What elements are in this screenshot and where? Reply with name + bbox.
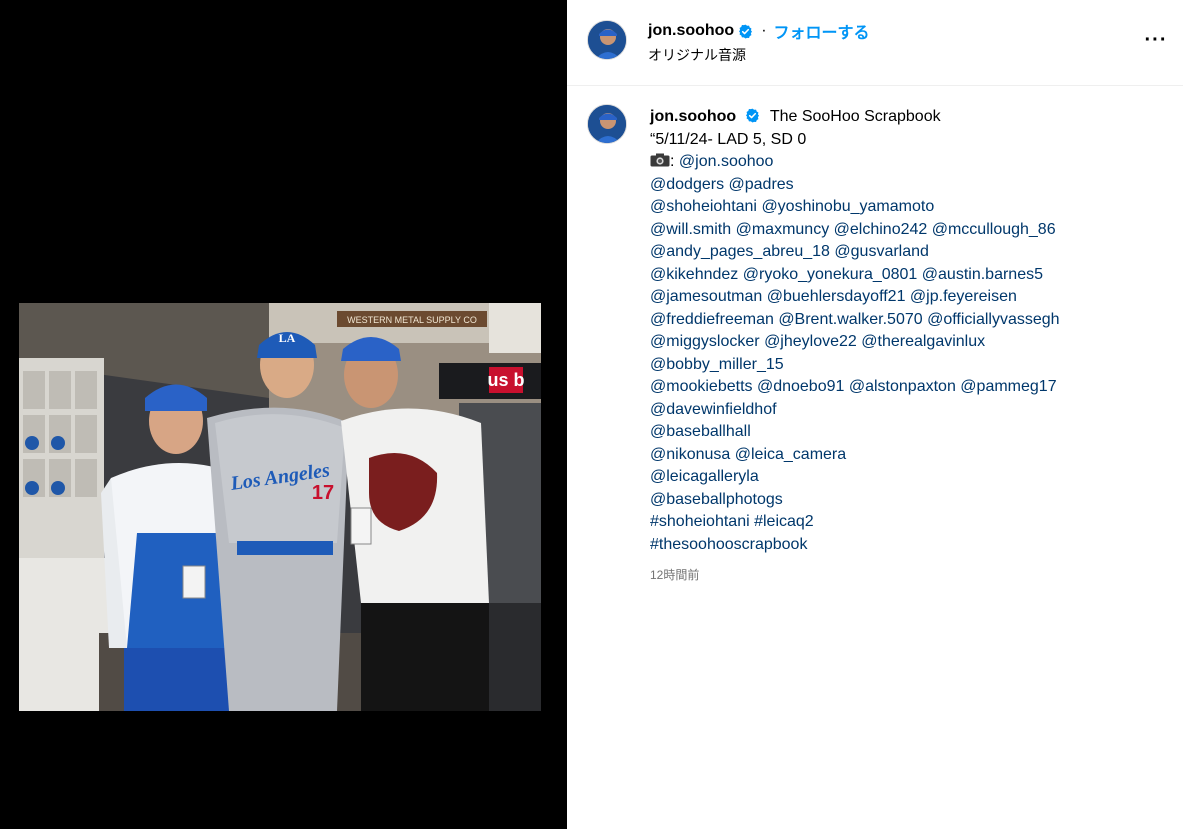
avatar-image [588,105,626,143]
hashtag-link[interactable]: #thesoohooscrapbook [650,536,807,553]
caption-line: @shoheiohtani @yoshinobu_yamamoto [650,196,1160,219]
mention-link[interactable]: @andy_pages_abreu_18 [650,243,830,260]
stadium-banner-text: WESTERN METAL SUPPLY CO [347,315,477,325]
post-timestamp[interactable]: 12時間前 [650,566,699,583]
mention-link[interactable]: @davewinfieldhof [650,401,777,418]
caption-line: @bobby_miller_15 [650,354,1160,377]
follow-button[interactable]: フォローする [774,19,870,43]
mention-link[interactable]: @freddiefreeman [650,311,774,328]
caption-username[interactable]: jon.soohoo [650,108,736,125]
post-sidebar: jon.soohoo · フォローする オリジナル音源 ··· jon.sooh… [567,0,1183,829]
mention-link[interactable]: @officiallyvassegh [927,311,1059,328]
media-pane: WESTERN METAL SUPPLY CO us b LA Los Ange… [0,0,567,829]
avatar-image [588,21,626,59]
audio-label[interactable]: オリジナル音源 [648,45,746,65]
post-photo[interactable]: WESTERN METAL SUPPLY CO us b LA Los Ange… [19,303,541,711]
caption-line: @mookiebetts @dnoebo91 @alstonpaxton @pa… [650,376,1160,399]
mention-link[interactable]: @mccullough_86 [932,221,1056,238]
mention-link[interactable]: @jheylove22 [764,333,857,350]
caption-photo-credit-line: : @jon.soohoo [650,151,1160,174]
verified-badge-icon [739,24,753,38]
caption-line: @miggyslocker @jheylove22 @therealgavinl… [650,331,1160,354]
mention-link[interactable]: @gusvarland [834,243,929,260]
author-avatar[interactable] [587,20,627,60]
camera-icon [650,153,670,167]
verified-badge-icon [745,108,759,123]
mention-link[interactable]: @miggyslocker [650,333,760,350]
mention-link[interactable]: @padres [729,176,794,193]
mention-link[interactable]: @leica_camera [735,446,846,463]
mention-link[interactable]: @jp.feyereisen [910,288,1017,305]
camera-suffix: : [670,153,675,170]
post-caption: jon.soohoo The SooHoo Scrapbook “5/11/24… [650,106,1160,556]
mention-link[interactable]: @therealgavinlux [861,333,985,350]
caption-line: #thesoohooscrapbook [650,534,1160,557]
caption-line: @jamesoutman @buehlersdayoff21 @jp.feyer… [650,286,1160,309]
mention-link[interactable]: @dodgers [650,176,724,193]
caption-header-line: jon.soohoo The SooHoo Scrapbook [650,106,1160,129]
mention-link[interactable]: @nikonusa [650,446,730,463]
mention-link[interactable]: @ryoko_yonekura_0801 [743,266,918,283]
mention-link[interactable]: @baseballhall [650,423,751,440]
mention-link[interactable]: @shoheiohtani [650,198,757,215]
photo-illustration: WESTERN METAL SUPPLY CO us b LA Los Ange… [19,303,541,711]
mention-link[interactable]: @alstonpaxton [849,378,956,395]
mention-link[interactable]: @dnoebo91 [757,378,844,395]
mention-link[interactable]: @will.smith [650,221,731,238]
more-options-icon[interactable]: ··· [1143,28,1169,52]
instagram-post-view: WESTERN METAL SUPPLY CO us b LA Los Ange… [0,0,1183,829]
mention-link[interactable]: @elchino242 [834,221,928,238]
mention-link[interactable]: @leicagalleryla [650,468,759,485]
caption-line: @andy_pages_abreu_18 @gusvarland [650,241,1160,264]
mention-link[interactable]: @bobby_miller_15 [650,356,784,373]
caption-line: @kikehndez @ryoko_yonekura_0801 @austin.… [650,264,1160,287]
mention-link[interactable]: @jamesoutman [650,288,762,305]
mention-link[interactable]: @maxmuncy [736,221,830,238]
hashtag-link[interactable]: #shoheiohtani [650,513,750,530]
caption-line: @freddiefreeman @Brent.walker.5070 @offi… [650,309,1160,332]
caption-mentions: @dodgers @padres @shoheiohtani @yoshinobu… [650,174,1160,557]
caption-author-avatar[interactable] [587,104,627,144]
caption-score-line: “5/11/24- LAD 5, SD 0 [650,130,807,148]
mention-link[interactable]: @austin.barnes5 [922,266,1043,283]
mention-link[interactable]: @pammeg17 [960,378,1056,395]
mention-link[interactable]: @jon.soohoo [679,153,774,170]
caption-line: @davewinfieldhof [650,399,1160,422]
mention-link[interactable]: @buehlersdayoff21 [767,288,906,305]
sign-text: us b [487,370,524,390]
comments-area: jon.soohoo The SooHoo Scrapbook “5/11/24… [567,86,1183,829]
caption-title: The SooHoo Scrapbook [769,108,941,125]
caption-line: #shoheiohtani #leicaq2 [650,511,1160,534]
caption-line: @nikonusa @leica_camera [650,444,1160,467]
caption-line: @will.smith @maxmuncy @elchino242 @mccul… [650,219,1160,242]
mention-link[interactable]: @kikehndez [650,266,738,283]
author-username[interactable]: jon.soohoo [648,22,734,40]
caption-line: @baseballhall [650,421,1160,444]
mention-link[interactable]: @mookiebetts [650,378,753,395]
hashtag-link[interactable]: #leicaq2 [754,513,814,530]
mention-link[interactable]: @yoshinobu_yamamoto [761,198,934,215]
mention-link[interactable]: @baseballphotogs [650,491,783,508]
post-header: jon.soohoo · フォローする オリジナル音源 ··· [567,0,1183,86]
header-separator: · [761,22,767,39]
mention-link[interactable]: @Brent.walker.5070 [778,311,922,328]
caption-line: @leicagalleryla [650,466,1160,489]
header-user-row: jon.soohoo · フォローする [648,19,870,43]
cap-logo: LA [279,331,296,345]
caption-line: @baseballphotogs [650,489,1160,512]
caption-line: @dodgers @padres [650,174,1160,197]
jersey-number: 17 [312,482,334,504]
